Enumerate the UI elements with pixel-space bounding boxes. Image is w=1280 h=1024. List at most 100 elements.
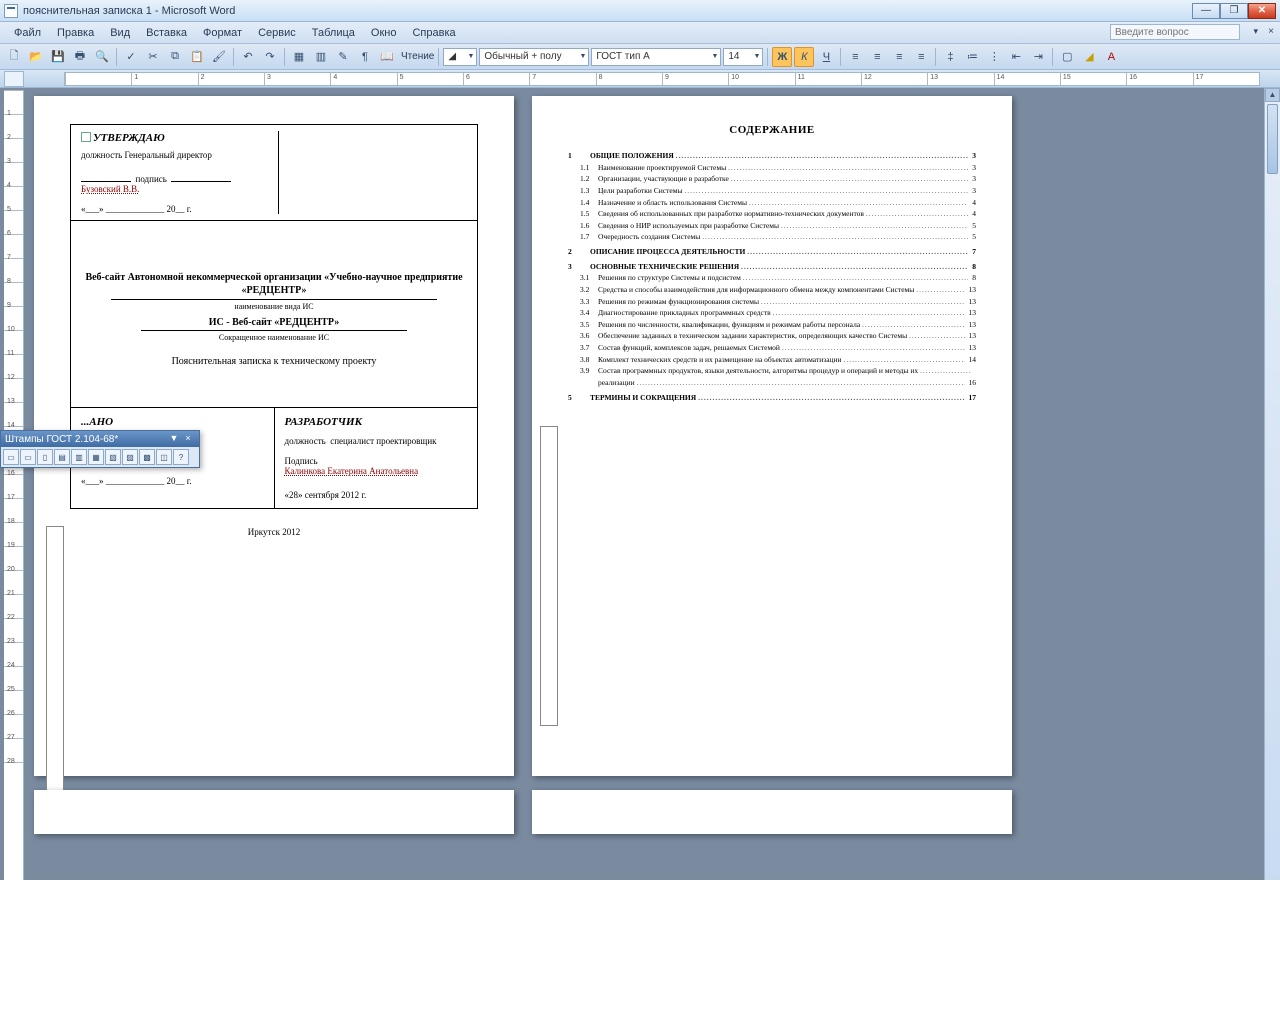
undo-button[interactable]: ↶ (238, 47, 258, 67)
table-of-contents: 1ОБЩИЕ ПОЛОЖЕНИЯ 31.1Наименование проект… (568, 150, 976, 403)
menubar-close-icon[interactable]: × (1268, 26, 1274, 37)
menu-file[interactable]: Файл (8, 25, 47, 41)
print-button[interactable]: 🖶 (70, 47, 90, 67)
close-button[interactable]: ✕ (1248, 3, 1276, 19)
ruler-corner[interactable] (4, 71, 24, 87)
position-value: Генеральный директор (125, 150, 212, 160)
gost-stamp-button[interactable]: ◫ (156, 449, 172, 465)
italic-button[interactable]: К (794, 47, 814, 67)
gost-dropdown-icon[interactable]: ▼ (167, 433, 181, 445)
font-color-button[interactable]: A (1101, 47, 1121, 67)
style-combo[interactable]: Обычный + полу (479, 48, 589, 66)
minimize-button[interactable]: — (1192, 3, 1220, 19)
scroll-thumb[interactable] (1267, 104, 1278, 174)
signature-name: Бузовский В.В. (81, 184, 139, 194)
menu-tools[interactable]: Сервис (252, 25, 302, 41)
page-2[interactable]: СОДЕРЖАНИЕ 1ОБЩИЕ ПОЛОЖЕНИЯ 31.1Наименов… (532, 96, 1012, 776)
align-right-button[interactable]: ≡ (889, 47, 909, 67)
spellcheck-button[interactable]: ✓ (121, 47, 141, 67)
align-left-button[interactable]: ≡ (845, 47, 865, 67)
gost-stamps-palette[interactable]: Штампы ГОСТ 2.104-68* ▼ × ▭ ▭ ▯ ▤ ▥ ▦ ▧ … (0, 430, 200, 468)
agreed-heading: ...АНО (81, 416, 264, 428)
page-4-peek[interactable] (532, 790, 1012, 834)
open-button[interactable]: 📂 (26, 47, 46, 67)
signature-label: подпись (136, 174, 167, 184)
vertical-scrollbar[interactable]: ▲ ▼ ◉ ● ◉ (1264, 88, 1280, 944)
gost-palette-title: Штампы ГОСТ 2.104-68* (5, 434, 118, 445)
gost-stamp-button[interactable]: ▩ (139, 449, 155, 465)
preview-button[interactable]: 🔍 (92, 47, 112, 67)
align-center-button[interactable]: ≡ (867, 47, 887, 67)
vertical-ruler[interactable]: 1234567891011121314151617181920212223242… (4, 90, 24, 944)
horizontal-ruler-row: 1234567891011121314151617 (0, 70, 1280, 88)
font-combo[interactable]: ГОСТ тип А (591, 48, 721, 66)
menu-view[interactable]: Вид (104, 25, 136, 41)
bold-button[interactable]: Ж (772, 47, 792, 67)
menu-edit[interactable]: Правка (51, 25, 100, 41)
toolbar-separator (284, 48, 285, 66)
numbering-button[interactable]: ≔ (962, 47, 982, 67)
help-search-input[interactable] (1110, 24, 1240, 40)
checkbox-icon (81, 132, 91, 142)
gost-stamp-button[interactable]: ▭ (20, 449, 36, 465)
gost-close-icon[interactable]: × (181, 433, 195, 445)
horizontal-ruler[interactable]: 1234567891011121314151617 (64, 72, 1260, 86)
toolbar-separator (935, 48, 936, 66)
gost-stamp-button[interactable]: ▯ (37, 449, 53, 465)
redo-button[interactable]: ↷ (260, 47, 280, 67)
gost-side-stamp (540, 426, 558, 726)
underline-button[interactable]: Ч (816, 47, 836, 67)
menu-window[interactable]: Окно (365, 25, 403, 41)
developer-date: «28» сентября 2012 г. (285, 490, 468, 500)
highlight-button[interactable]: ◢ (1079, 47, 1099, 67)
scroll-up-button[interactable]: ▲ (1265, 88, 1280, 102)
drawing-button[interactable]: ✎ (333, 47, 353, 67)
document-workspace: 1234567891011121314151617181920212223242… (0, 88, 1280, 944)
document-canvas[interactable]: УТВЕРЖДАЮ должность Генеральный директор… (24, 88, 1264, 944)
increase-indent-button[interactable]: ⇥ (1028, 47, 1048, 67)
toolbar-separator (840, 48, 841, 66)
toolbar-separator (116, 48, 117, 66)
borders-button[interactable]: ▢ (1057, 47, 1077, 67)
toc-title: СОДЕРЖАНИЕ (568, 124, 976, 136)
menu-help[interactable]: Справка (406, 25, 461, 41)
table-button[interactable]: ▦ (289, 47, 309, 67)
page-3-peek[interactable] (34, 790, 514, 834)
gost-help-button[interactable]: ? (173, 449, 189, 465)
style-pane-button[interactable]: ◢ (443, 48, 477, 66)
cut-button[interactable]: ✂ (143, 47, 163, 67)
toolbar-separator (438, 48, 439, 66)
menu-table[interactable]: Таблица (306, 25, 361, 41)
align-justify-button[interactable]: ≡ (911, 47, 931, 67)
maximize-button[interactable]: ❐ (1220, 3, 1248, 19)
gost-stamp-button[interactable]: ▧ (105, 449, 121, 465)
bullets-button[interactable]: ⋮ (984, 47, 1004, 67)
toolbar-separator (1052, 48, 1053, 66)
gost-stamp-button[interactable]: ▨ (122, 449, 138, 465)
gost-stamp-button[interactable]: ▤ (54, 449, 70, 465)
save-button[interactable]: 💾 (48, 47, 68, 67)
page1-footer: Иркутск 2012 (70, 527, 478, 537)
project-title: Веб-сайт Автономной некоммерческой орган… (81, 271, 467, 297)
window-title: пояснительная записка 1 - Microsoft Word (23, 5, 1192, 17)
new-doc-button[interactable]: 🗋 (4, 47, 24, 67)
copy-button[interactable]: ⧉ (165, 47, 185, 67)
gost-stamp-button[interactable]: ▦ (88, 449, 104, 465)
reading-button[interactable]: 📖 (377, 47, 397, 67)
paste-button[interactable]: 📋 (187, 47, 207, 67)
columns-button[interactable]: ▥ (311, 47, 331, 67)
pilcrow-button[interactable]: ¶ (355, 47, 375, 67)
menu-format[interactable]: Формат (197, 25, 248, 41)
toolbar-separator (233, 48, 234, 66)
gost-stamp-button[interactable]: ▥ (71, 449, 87, 465)
menu-bar: Файл Правка Вид Вставка Формат Сервис Та… (0, 22, 1280, 44)
menu-insert[interactable]: Вставка (140, 25, 193, 41)
decrease-indent-button[interactable]: ⇤ (1006, 47, 1026, 67)
gost-stamp-button[interactable]: ▭ (3, 449, 19, 465)
format-painter-button[interactable]: 🖌 (209, 47, 229, 67)
signature3-label: Подпись (285, 456, 318, 466)
font-size-combo[interactable]: 14 (723, 48, 763, 66)
help-dropdown-icon[interactable]: ▾ (1253, 26, 1258, 37)
date-template: «___» _____________ 20__ г. (81, 204, 270, 214)
line-spacing-button[interactable]: ‡ (940, 47, 960, 67)
